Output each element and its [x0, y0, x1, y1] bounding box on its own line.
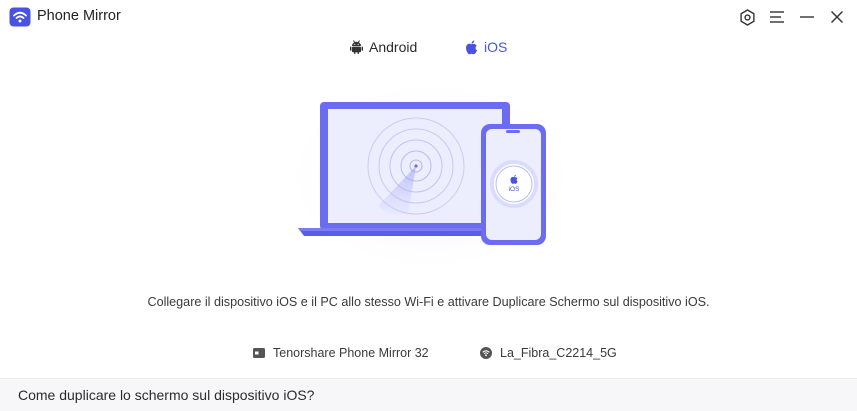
wifi-name-info: La_Fibra_C2214_5G [480, 345, 617, 361]
minimize-button[interactable] [798, 8, 816, 26]
tab-ios-label: iOS [484, 39, 508, 55]
phone-ios-badge: iOS [509, 186, 521, 193]
app-logo-icon [9, 7, 31, 27]
close-button[interactable] [828, 8, 846, 26]
menu-button[interactable] [768, 8, 786, 26]
close-icon [831, 11, 843, 23]
minimize-icon [800, 16, 814, 18]
pc-name-info: Tenorshare Phone Mirror 32 [253, 345, 429, 361]
android-icon [350, 40, 363, 54]
phone-graphic: iOS [481, 124, 546, 245]
platform-tabs: Android iOS [0, 36, 857, 58]
mirror-illustration: iOS [280, 76, 580, 274]
tab-android[interactable]: Android [350, 36, 417, 58]
tab-android-label: Android [369, 39, 418, 55]
gear-icon [739, 8, 755, 26]
menu-icon [770, 11, 784, 23]
pc-name-label: Tenorshare Phone Mirror 32 [273, 346, 429, 360]
title-bar: Phone Mirror [0, 0, 857, 32]
settings-button[interactable] [738, 8, 756, 26]
instruction-text: Collegare il dispositivo iOS e il PC all… [147, 295, 710, 309]
wifi-icon [480, 347, 492, 359]
help-link[interactable]: Come duplicare lo schermo sul dispositiv… [0, 378, 857, 411]
tab-ios[interactable]: iOS [465, 36, 507, 58]
apple-icon [466, 40, 477, 54]
wifi-name-label: La_Fibra_C2214_5G [500, 346, 617, 360]
pc-icon [253, 348, 265, 358]
app-title: Phone Mirror [37, 8, 121, 24]
